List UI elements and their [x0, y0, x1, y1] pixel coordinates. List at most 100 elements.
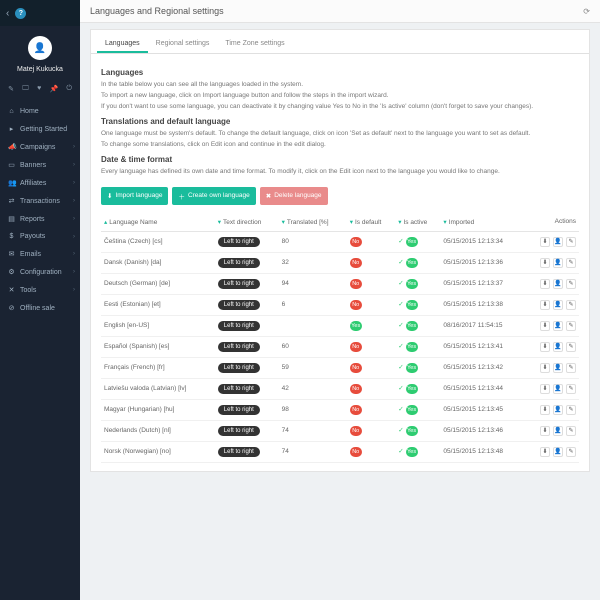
create-language-button[interactable]: ＋Create own language [172, 187, 255, 205]
edit-action-icon[interactable]: ✎ [566, 447, 576, 457]
cell-direction: Left to right [215, 399, 279, 420]
chevron-right-icon: › [73, 162, 75, 168]
cell-translated: 6 [279, 294, 347, 315]
download-action-icon[interactable]: ⬇ [540, 384, 550, 394]
monitor-icon[interactable]: 🖵 [22, 85, 29, 93]
nav-item[interactable]: ⇄Transactions› [0, 192, 80, 210]
delete-language-button[interactable]: ✖Delete language [260, 187, 328, 205]
profile-block: 👤 Matej Kukucka [0, 26, 80, 79]
direction-pill: Left to right [218, 447, 260, 457]
download-action-icon[interactable]: ⬇ [540, 279, 550, 289]
nav-item[interactable]: $Payouts› [0, 228, 80, 245]
tab[interactable]: Time Zone settings [217, 36, 292, 53]
set-default-action-icon[interactable]: 👤 [553, 279, 563, 289]
set-default-action-icon[interactable]: 👤 [553, 405, 563, 415]
edit-action-icon[interactable]: ✎ [566, 321, 576, 331]
refresh-icon[interactable]: ⟳ [583, 7, 590, 16]
direction-pill: Left to right [218, 426, 260, 436]
download-action-icon[interactable]: ⬇ [540, 447, 550, 457]
set-default-action-icon[interactable]: 👤 [553, 321, 563, 331]
edit-action-icon[interactable]: ✎ [566, 384, 576, 394]
chevron-right-icon: › [73, 287, 75, 293]
nav-item[interactable]: ⚙Configuration› [0, 263, 80, 281]
col-active[interactable]: ▾Is active [395, 213, 440, 232]
back-icon[interactable]: ‹ [6, 8, 9, 19]
cell-imported: 05/15/2015 12:13:48 [440, 441, 525, 462]
default-badge: No [350, 258, 362, 268]
avatar[interactable]: 👤 [28, 36, 52, 60]
cell-default: No [347, 231, 395, 252]
edit-action-icon[interactable]: ✎ [566, 258, 576, 268]
nav-item[interactable]: 👥Affiliates› [0, 174, 80, 192]
nav-item[interactable]: ▭Banners› [0, 156, 80, 174]
nav-item[interactable]: ▤Reports› [0, 210, 80, 228]
table-row: Magyar (Hungarian) [hu]Left to right98No… [101, 399, 579, 420]
cell-name: Čeština (Czech) [cs] [101, 231, 215, 252]
col-default[interactable]: ▾Is default [347, 213, 395, 232]
edit-action-icon[interactable]: ✎ [566, 237, 576, 247]
nav-item[interactable]: ✕Tools› [0, 281, 80, 299]
cell-imported: 05/15/2015 12:13:38 [440, 294, 525, 315]
download-action-icon[interactable]: ⬇ [540, 342, 550, 352]
download-action-icon[interactable]: ⬇ [540, 258, 550, 268]
chevron-right-icon: › [73, 180, 75, 186]
power-icon[interactable]: ⏻ [66, 85, 72, 93]
default-badge: No [350, 300, 362, 310]
nav-label: Getting Started [20, 126, 67, 133]
cell-name: English [en-US] [101, 315, 215, 336]
edit-action-icon[interactable]: ✎ [566, 363, 576, 373]
nav-item[interactable]: ▸Getting Started [0, 120, 80, 138]
cell-active: ✓Yes [395, 420, 440, 441]
set-default-action-icon[interactable]: 👤 [553, 447, 563, 457]
nav-item[interactable]: 📣Campaigns› [0, 138, 80, 156]
edit-action-icon[interactable]: ✎ [566, 426, 576, 436]
cell-default: No [347, 441, 395, 462]
nav-icon: ⊘ [8, 304, 15, 312]
download-action-icon[interactable]: ⬇ [540, 426, 550, 436]
cell-name: Français (French) [fr] [101, 357, 215, 378]
set-default-action-icon[interactable]: 👤 [553, 237, 563, 247]
edit-action-icon[interactable]: ✎ [566, 279, 576, 289]
default-badge: No [350, 405, 362, 415]
edit-action-icon[interactable]: ✎ [566, 342, 576, 352]
check-icon: ✓ [398, 238, 403, 245]
nav-item[interactable]: ✉Emails› [0, 245, 80, 263]
edit-action-icon[interactable]: ✎ [566, 300, 576, 310]
set-default-action-icon[interactable]: 👤 [553, 300, 563, 310]
nav-item[interactable]: ⌂Home [0, 103, 80, 120]
section-text: If you don't want to use some language, … [101, 102, 579, 111]
languages-table: ▴Language Name ▾Text direction ▾Translat… [101, 213, 579, 463]
tab[interactable]: Regional settings [148, 36, 218, 53]
edit-action-icon[interactable]: ✎ [566, 405, 576, 415]
download-action-icon[interactable]: ⬇ [540, 237, 550, 247]
cell-direction: Left to right [215, 273, 279, 294]
set-default-action-icon[interactable]: 👤 [553, 384, 563, 394]
pin-icon[interactable]: 📌 [49, 85, 58, 93]
cell-imported: 05/15/2015 12:13:41 [440, 336, 525, 357]
download-action-icon[interactable]: ⬇ [540, 321, 550, 331]
set-default-action-icon[interactable]: 👤 [553, 426, 563, 436]
cell-imported: 05/15/2015 12:13:46 [440, 420, 525, 441]
section-translations-title: Translations and default language [101, 117, 579, 126]
import-language-button[interactable]: ⬇Import language [101, 187, 168, 205]
check-icon: ✓ [398, 322, 403, 329]
nav-icon: 👥 [8, 179, 15, 187]
tab[interactable]: Languages [97, 36, 148, 53]
download-action-icon[interactable]: ⬇ [540, 405, 550, 415]
heart-icon[interactable]: ♥ [37, 85, 41, 93]
col-direction[interactable]: ▾Text direction [215, 213, 279, 232]
cell-actions: ⬇👤✎ [525, 231, 579, 252]
set-default-action-icon[interactable]: 👤 [553, 363, 563, 373]
col-imported[interactable]: ▾Imported [440, 213, 525, 232]
download-action-icon[interactable]: ⬇ [540, 300, 550, 310]
set-default-action-icon[interactable]: 👤 [553, 342, 563, 352]
edit-icon[interactable]: ✎ [8, 85, 14, 93]
col-translated[interactable]: ▾Translated [%] [279, 213, 347, 232]
nav-label: Tools [20, 287, 36, 294]
help-icon[interactable]: ? [15, 8, 26, 19]
button-row: ⬇Import language ＋Create own language ✖D… [101, 187, 579, 205]
download-action-icon[interactable]: ⬇ [540, 363, 550, 373]
nav-item[interactable]: ⊘Offline sale [0, 299, 80, 317]
col-name[interactable]: ▴Language Name [101, 213, 215, 232]
set-default-action-icon[interactable]: 👤 [553, 258, 563, 268]
